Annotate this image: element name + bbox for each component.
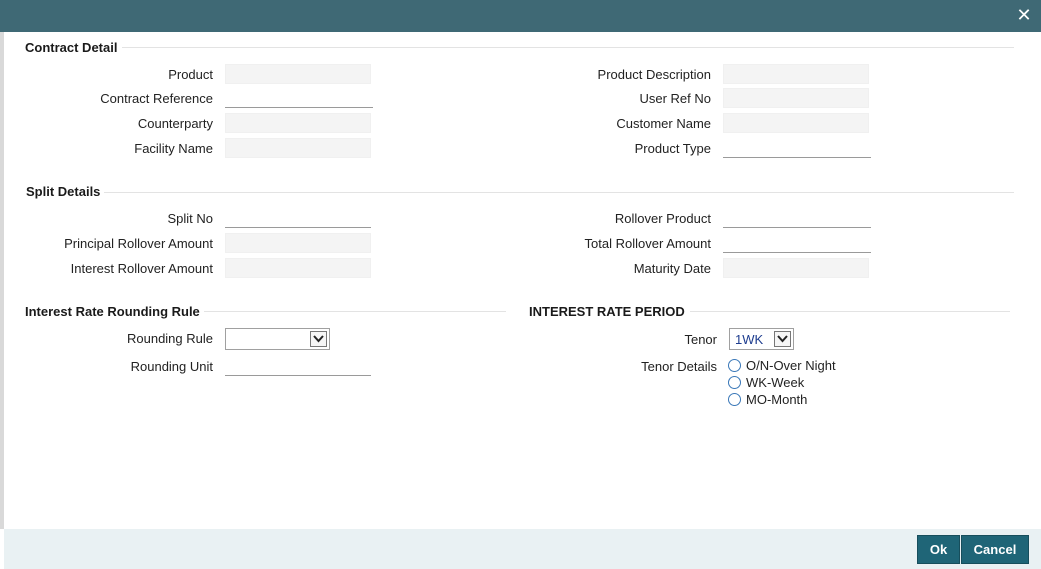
rounding-unit-label: Rounding Unit bbox=[130, 359, 213, 374]
tenor-option-label: MO-Month bbox=[746, 392, 808, 408]
tenor-value: 1WK bbox=[735, 332, 764, 347]
close-icon[interactable]: ✕ bbox=[1015, 7, 1033, 25]
split-no-field[interactable] bbox=[225, 208, 371, 228]
product-type-field[interactable] bbox=[723, 138, 871, 158]
counterparty-field[interactable] bbox=[225, 113, 371, 133]
radio-button[interactable] bbox=[728, 359, 741, 373]
split-details-title: Split Details bbox=[26, 184, 101, 199]
rollover-product-label: Rollover Product bbox=[614, 211, 711, 226]
rounding-unit-field[interactable] bbox=[225, 356, 371, 376]
rounding-rule-select[interactable] bbox=[225, 328, 330, 350]
total-rollover-amount-field[interactable] bbox=[723, 233, 871, 253]
chevron-down-icon[interactable] bbox=[774, 331, 791, 347]
rounding-rule-title: Interest Rate Rounding Rule bbox=[25, 304, 200, 319]
product-field[interactable] bbox=[225, 64, 371, 84]
contract-reference-field[interactable] bbox=[225, 88, 373, 108]
product-type-label: Product Type bbox=[634, 141, 711, 156]
radio-button[interactable] bbox=[728, 393, 741, 407]
rollover-product-field[interactable] bbox=[723, 208, 871, 228]
maturity-date-field[interactable] bbox=[723, 258, 869, 278]
dialog-footer bbox=[4, 529, 1041, 569]
tenor-option-label: WK-Week bbox=[746, 375, 805, 391]
chevron-down-icon[interactable] bbox=[310, 331, 327, 347]
user-ref-no-label: User Ref No bbox=[639, 91, 711, 106]
ok-button[interactable]: Ok bbox=[917, 535, 960, 564]
user-ref-no-field[interactable] bbox=[723, 88, 869, 108]
radio-button[interactable] bbox=[728, 376, 741, 390]
facility-name-field[interactable] bbox=[225, 138, 371, 158]
total-rollover-amount-label: Total Rollover Amount bbox=[584, 236, 711, 251]
window-edge bbox=[0, 32, 4, 529]
interest-rate-period-title: INTEREST RATE PERIOD bbox=[529, 304, 685, 319]
section-divider bbox=[122, 47, 1014, 48]
customer-name-field[interactable] bbox=[723, 113, 869, 133]
product-label: Product bbox=[168, 67, 213, 82]
tenor-select[interactable]: 1WK bbox=[729, 328, 794, 350]
interest-rollover-amount-label: Interest Rollover Amount bbox=[70, 261, 213, 276]
maturity-date-label: Maturity Date bbox=[633, 261, 711, 276]
window-titlebar: ✕ bbox=[0, 0, 1041, 32]
rounding-rule-label: Rounding Rule bbox=[126, 331, 213, 346]
split-no-label: Split No bbox=[167, 211, 213, 226]
principal-rollover-amount-field[interactable] bbox=[225, 233, 371, 253]
contract-reference-label: Contract Reference bbox=[100, 91, 213, 106]
facility-name-label: Facility Name bbox=[134, 141, 213, 156]
cancel-button[interactable]: Cancel bbox=[961, 535, 1029, 564]
counterparty-label: Counterparty bbox=[137, 116, 213, 131]
customer-name-label: Customer Name bbox=[616, 116, 711, 131]
tenor-option-overnight[interactable]: O/N-Over Night bbox=[728, 357, 836, 373]
tenor-option-week[interactable]: WK-Week bbox=[728, 374, 804, 390]
section-divider bbox=[104, 192, 1014, 193]
product-description-field[interactable] bbox=[723, 64, 869, 84]
section-divider bbox=[204, 311, 506, 312]
tenor-option-label: O/N-Over Night bbox=[746, 358, 836, 374]
tenor-option-month[interactable]: MO-Month bbox=[728, 391, 807, 407]
principal-rollover-amount-label: Principal Rollover Amount bbox=[64, 236, 213, 251]
section-divider bbox=[690, 311, 1010, 312]
tenor-label: Tenor bbox=[684, 332, 717, 347]
product-description-label: Product Description bbox=[597, 67, 711, 82]
contract-detail-title: Contract Detail bbox=[25, 40, 118, 55]
interest-rollover-amount-field[interactable] bbox=[225, 258, 371, 278]
tenor-details-label: Tenor Details bbox=[641, 359, 717, 374]
